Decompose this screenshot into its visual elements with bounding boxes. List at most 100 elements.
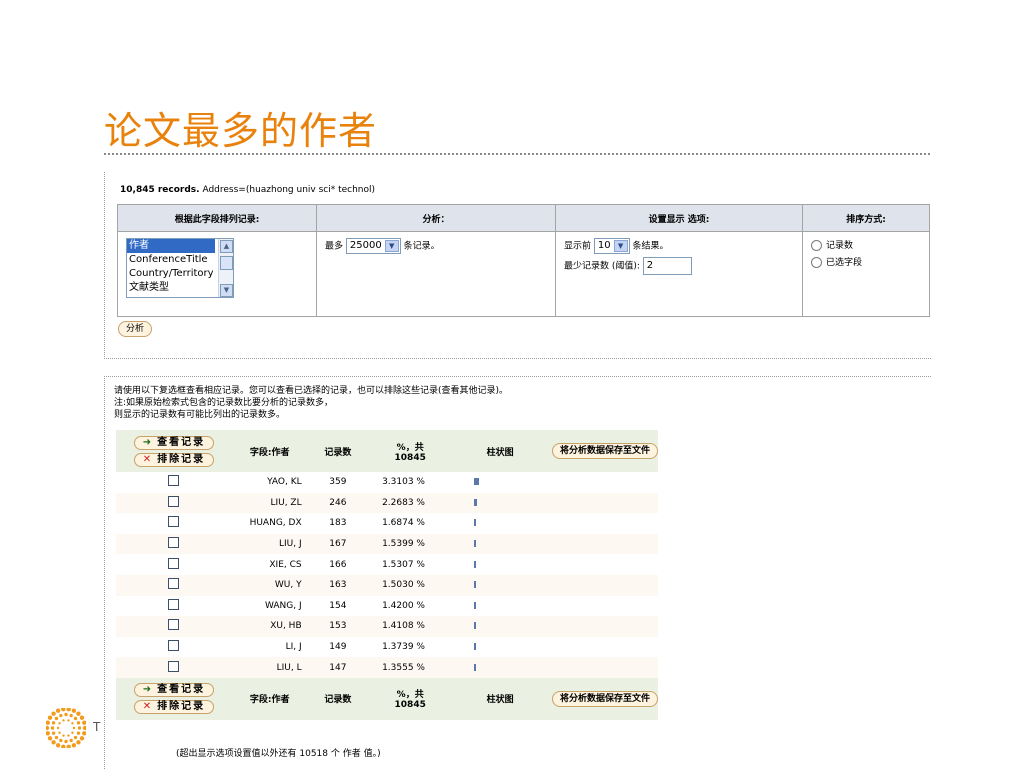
header-sort-order: 排序方式: bbox=[802, 204, 930, 232]
row-checkbox[interactable] bbox=[168, 640, 180, 652]
col-count: 记录数 bbox=[324, 695, 352, 706]
radio-sort-count[interactable] bbox=[811, 240, 822, 251]
logo-dot bbox=[67, 734, 70, 737]
logo-dot bbox=[54, 716, 59, 721]
col-bar: 柱状图 bbox=[452, 677, 548, 720]
row-checkbox[interactable] bbox=[168, 557, 180, 569]
show-prefix: 显示前 bbox=[564, 241, 592, 252]
record-count: 163 bbox=[329, 580, 347, 591]
logo-dot bbox=[82, 731, 86, 736]
analyze-prefix: 最多 bbox=[325, 241, 344, 252]
query-text: Address=(huazhong univ sci* technol) bbox=[202, 185, 376, 195]
record-count: 153 bbox=[329, 621, 347, 632]
row-checkbox[interactable] bbox=[168, 516, 180, 528]
col-field: 字段:作者 bbox=[231, 430, 308, 472]
slide-title: 论文最多的作者 bbox=[104, 109, 378, 153]
save-to-file-button[interactable]: 将分析数据保存至文件 bbox=[551, 690, 658, 707]
chevron-down-icon[interactable]: ▼ bbox=[613, 240, 628, 252]
table-row: XU, HB 153 1.4108 % bbox=[116, 616, 658, 637]
min-records-label: 最少记录数 (阈值): bbox=[564, 261, 640, 272]
record-count: 147 bbox=[329, 662, 347, 673]
logo-dot bbox=[82, 720, 86, 725]
logo-dot bbox=[55, 743, 61, 748]
author-name: LIU, J bbox=[278, 539, 302, 550]
logo-dot bbox=[73, 716, 78, 721]
row-checkbox[interactable] bbox=[168, 495, 180, 507]
save-to-file-button[interactable]: 将分析数据保存至文件 bbox=[551, 443, 658, 459]
logo-dot bbox=[51, 731, 56, 735]
logo-dot bbox=[71, 722, 74, 725]
logo-dot bbox=[64, 712, 68, 717]
radio-sort-field[interactable] bbox=[811, 257, 822, 268]
table-row: LI, J 149 1.3739 % bbox=[116, 637, 658, 658]
logo-dot bbox=[51, 740, 56, 745]
col-bar: 柱状图 bbox=[452, 430, 548, 472]
record-count: 149 bbox=[329, 642, 347, 653]
percent-bar bbox=[474, 581, 477, 589]
record-count: 359 bbox=[329, 477, 347, 488]
percent-value: 1.4108 % bbox=[382, 621, 425, 632]
view-records-button[interactable]: ➜ 查看记录 bbox=[133, 683, 215, 698]
logo-dot bbox=[62, 734, 65, 737]
exclude-records-button[interactable]: ✕ 排除记录 bbox=[133, 700, 215, 715]
show-top-select[interactable]: 10 ▼ bbox=[593, 238, 630, 254]
percent-value: 2.2683 % bbox=[382, 497, 425, 508]
row-checkbox[interactable] bbox=[168, 619, 180, 631]
results-table: ➜ 查看记录 ✕ 排除记录 字段:作者 记录数 %，共10845 柱状图 将分析数据… bbox=[116, 430, 658, 720]
scroll-up-icon[interactable]: ▲ bbox=[220, 240, 233, 253]
instructions: 请使用以下复选框查看相应记录。您可以查看已选择的记录，也可以排除这些记录(查看其… bbox=[114, 385, 508, 421]
listbox-scrollbar[interactable]: ▲ ▼ bbox=[218, 239, 233, 297]
logo-dot bbox=[76, 721, 81, 725]
col-count: 记录数 bbox=[324, 447, 352, 458]
percent-value: 3.3103 % bbox=[382, 477, 425, 488]
logo-dot bbox=[51, 711, 56, 716]
col-field: 字段:作者 bbox=[231, 677, 308, 720]
analyze-button[interactable]: 分析 bbox=[118, 321, 153, 337]
record-count: 166 bbox=[329, 559, 347, 570]
table-row: WANG, J 154 1.4200 % bbox=[116, 596, 658, 617]
exclude-records-button[interactable]: ✕ 排除记录 bbox=[133, 452, 215, 467]
results-rows: YAO, KL 359 3.3103 % LIU, ZL 246 2.2683 % HUAN… bbox=[116, 472, 658, 678]
view-records-label: 查看记录 bbox=[157, 436, 206, 448]
author-name: LIU, L bbox=[276, 662, 302, 673]
row-checkbox[interactable] bbox=[168, 475, 180, 487]
analyze-count-value: 25000 bbox=[349, 240, 382, 251]
close-icon: ✕ bbox=[142, 701, 154, 713]
percent-bar bbox=[474, 601, 477, 609]
logo-dot bbox=[73, 735, 78, 740]
arrow-right-icon: ➜ bbox=[142, 436, 154, 448]
table-row: XIE, CS 166 1.5307 % bbox=[116, 554, 658, 575]
field-listbox[interactable]: 作者 ConferenceTitle Country/Territory 文献类… bbox=[126, 238, 234, 298]
logo-dot bbox=[47, 736, 53, 741]
analyze-count-select[interactable]: 25000 ▼ bbox=[345, 238, 401, 254]
percent-bar bbox=[474, 560, 477, 568]
view-records-button[interactable]: ➜ 查看记录 bbox=[133, 435, 215, 450]
percent-value: 1.5399 % bbox=[382, 539, 425, 550]
logo-dot bbox=[47, 715, 53, 720]
arrow-right-icon: ➜ bbox=[142, 684, 154, 696]
show-suffix: 条结果。 bbox=[632, 241, 669, 252]
row-checkbox[interactable] bbox=[168, 578, 180, 590]
instruction-line: 则显示的记录数有可能比列出的记录数多。 bbox=[114, 410, 286, 420]
percent-value: 1.6874 % bbox=[382, 518, 425, 529]
logo-dot bbox=[61, 744, 66, 748]
author-name: WU, Y bbox=[274, 580, 302, 591]
title-divider bbox=[104, 153, 930, 155]
sort-field-label: 已选字段 bbox=[826, 258, 863, 268]
percent-bar bbox=[474, 622, 477, 630]
percent-value: 1.3555 % bbox=[382, 662, 425, 673]
scroll-down-icon[interactable]: ▼ bbox=[220, 284, 233, 297]
exclude-records-label: 排除记录 bbox=[157, 453, 206, 465]
row-checkbox[interactable] bbox=[168, 660, 180, 672]
col-percent: %，共10845 bbox=[394, 690, 426, 711]
percent-value: 1.4200 % bbox=[382, 600, 425, 611]
scroll-thumb[interactable] bbox=[220, 256, 233, 270]
row-checkbox[interactable] bbox=[168, 598, 180, 610]
percent-bar bbox=[474, 643, 477, 651]
field-option-author[interactable]: 作者 bbox=[127, 239, 215, 253]
percent-value: 1.5307 % bbox=[382, 559, 425, 570]
analysis-options-table: 根据此字段排列记录: 分析： 设置显示 选项: 排序方式: 作者 Confere… bbox=[117, 204, 930, 317]
chevron-down-icon[interactable]: ▼ bbox=[384, 240, 399, 252]
row-checkbox[interactable] bbox=[168, 537, 180, 549]
min-records-input[interactable]: 2 bbox=[642, 257, 692, 275]
